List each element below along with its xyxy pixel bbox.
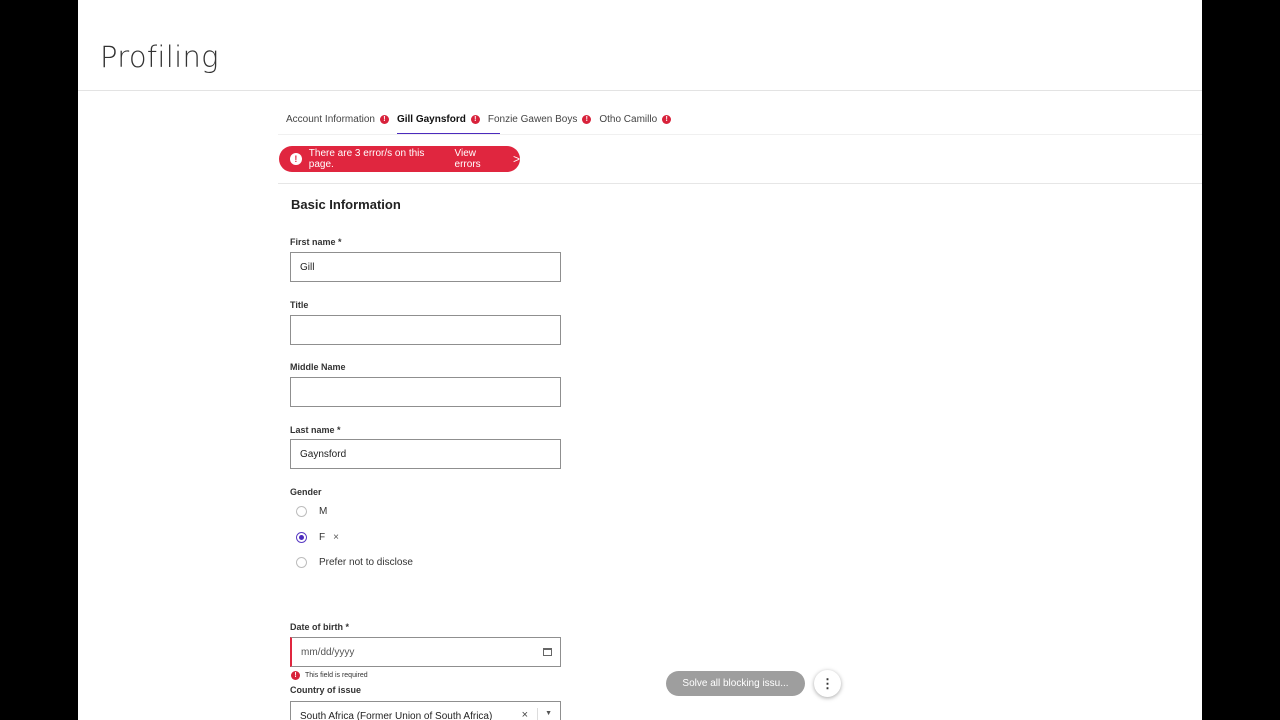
solve-blocking-issues-button[interactable]: Solve all blocking issu... (666, 671, 805, 696)
chevron-down-icon[interactable]: ▼ (545, 710, 552, 717)
error-icon: ! (470, 114, 480, 124)
tab-account-information[interactable]: Account Information ! (282, 106, 393, 132)
error-icon: ! (379, 114, 389, 124)
tab-otho-camillo[interactable]: Otho Camillo ! (595, 106, 675, 132)
section-divider (278, 183, 1202, 184)
date-placeholder: mm/dd/yyyy (301, 646, 355, 658)
first-name-field[interactable] (290, 252, 561, 282)
gender-option-prefer-not[interactable]: Prefer not to disclose (296, 557, 413, 568)
title-label: Title (290, 300, 309, 310)
error-icon: ! (582, 114, 592, 124)
view-errors-link[interactable]: View errors (455, 148, 504, 170)
more-options-icon[interactable]: ⋮ (814, 670, 841, 697)
clear-icon[interactable]: × (522, 709, 528, 720)
date-of-birth-label: Date of birth * (290, 622, 350, 632)
profiling-page: Profiling Account Information ! Gill Gay… (78, 0, 1202, 720)
error-count-text: There are 3 error/s on this page. (308, 148, 425, 170)
section-title: Basic Information (291, 197, 401, 212)
title-field[interactable] (290, 315, 561, 345)
first-name-label: First name * (290, 237, 342, 247)
tab-gill-gaynsford[interactable]: Gill Gaynsford ! (393, 106, 500, 135)
profile-tabs: Account Information ! Gill Gaynsford ! F… (282, 106, 675, 136)
country-of-issue-label: Country of issue (290, 685, 362, 695)
country-of-issue-select[interactable]: South Africa (Former Union of South Afri… (290, 701, 561, 720)
date-of-birth-error: ! This field is required (291, 671, 368, 680)
error-message: This field is required (305, 672, 368, 679)
tab-label: Account Information (286, 113, 375, 125)
last-name-label: Last name * (290, 425, 341, 435)
radio-button[interactable] (296, 532, 307, 543)
header-divider (78, 90, 1202, 91)
error-icon: ! (662, 114, 672, 124)
gender-option-label: M (319, 506, 328, 517)
gender-option-f[interactable]: F × (296, 532, 339, 543)
radio-button[interactable] (296, 557, 307, 568)
gender-option-m[interactable]: M (296, 506, 327, 517)
error-icon: ! (290, 153, 302, 165)
gender-label: Gender (290, 487, 322, 497)
gender-option-label: Prefer not to disclose (319, 557, 413, 568)
tab-label: Fonzie Gawen Boys (487, 113, 578, 125)
tab-fonzie-gawen-boys[interactable]: Fonzie Gawen Boys ! (484, 106, 596, 132)
date-of-birth-field[interactable]: mm/dd/yyyy (290, 637, 561, 667)
errors-banner-button[interactable]: ! There are 3 error/s on this page. View… (279, 146, 520, 172)
last-name-field[interactable] (290, 439, 561, 469)
tabs-divider (278, 134, 1202, 135)
clear-selection-icon[interactable]: × (333, 532, 339, 543)
selected-country: South Africa (Former Union of South Afri… (300, 710, 493, 720)
radio-button[interactable] (296, 506, 307, 517)
tab-label: Otho Camillo (599, 113, 658, 125)
gender-option-label: F (319, 532, 326, 543)
select-separator (537, 708, 538, 720)
chevron-right-icon: > (512, 152, 520, 166)
error-icon: ! (291, 671, 300, 680)
page-title: Profiling (100, 40, 219, 74)
middle-name-label: Middle Name (290, 362, 346, 372)
middle-name-field[interactable] (290, 377, 561, 407)
tab-label: Gill Gaynsford (396, 113, 466, 125)
calendar-icon[interactable] (543, 648, 552, 656)
